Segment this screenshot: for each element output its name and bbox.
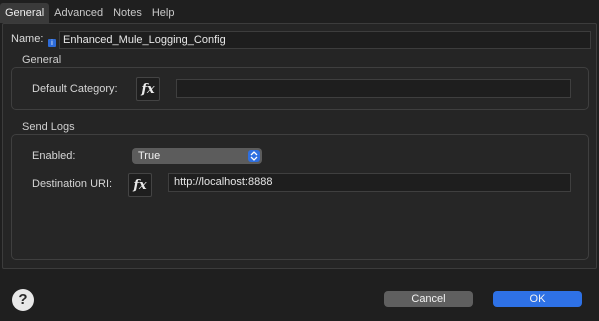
info-icon: i xyxy=(48,39,56,47)
enabled-label: Enabled: xyxy=(32,150,76,162)
destination-uri-label: Destination URI: xyxy=(32,178,113,190)
send-logs-group-title: Send Logs xyxy=(22,121,75,133)
destination-uri-fx-button[interactable]: fx xyxy=(128,173,152,197)
tab-bar: General Advanced Notes Help xyxy=(0,3,599,23)
send-logs-group: Enabled: True Destination URI: fx http:/… xyxy=(11,134,589,260)
tab-general[interactable]: General xyxy=(0,3,50,23)
general-group-title: General xyxy=(22,54,62,66)
default-category-input[interactable] xyxy=(176,79,571,98)
enabled-select-value: True xyxy=(138,150,161,162)
general-tab-panel: Name: i Enhanced_Mule_Logging_Config Gen… xyxy=(2,23,597,269)
name-input[interactable]: Enhanced_Mule_Logging_Config xyxy=(59,31,591,49)
name-label: Name: xyxy=(11,33,44,45)
destination-uri-input[interactable]: http://localhost:8888 xyxy=(168,173,571,192)
enabled-select[interactable]: True xyxy=(132,148,262,164)
fx-icon: fx xyxy=(133,177,147,193)
help-icon[interactable]: ? xyxy=(12,289,34,311)
tab-advanced[interactable]: Advanced xyxy=(49,3,108,23)
ok-button[interactable]: OK xyxy=(493,291,582,307)
tab-help[interactable]: Help xyxy=(147,3,180,23)
cancel-button[interactable]: Cancel xyxy=(384,291,473,307)
general-group: Default Category: fx xyxy=(11,67,589,110)
default-category-fx-button[interactable]: fx xyxy=(136,77,160,101)
default-category-label: Default Category: xyxy=(32,83,118,95)
fx-icon: fx xyxy=(141,81,155,97)
tab-notes[interactable]: Notes xyxy=(108,3,147,23)
chevron-updown-icon xyxy=(248,150,260,162)
